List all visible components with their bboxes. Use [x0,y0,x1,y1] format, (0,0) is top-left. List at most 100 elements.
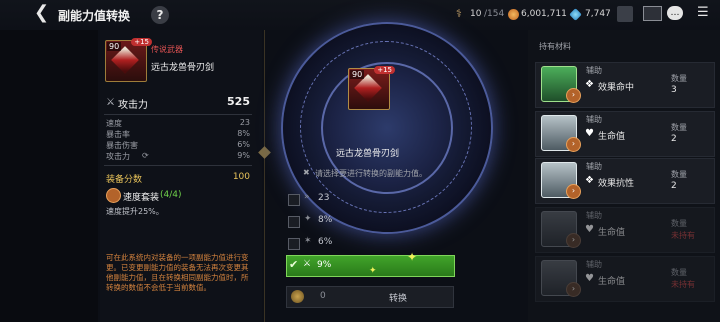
option-row[interactable]: ✦ 8% [286,212,452,232]
material-name: 生命值 [598,277,626,287]
convert-cost: 0 [320,291,326,301]
divider [104,114,252,115]
qty-value: 2 [671,181,677,191]
stat-value: 23 [239,118,250,127]
material-item[interactable]: › 辅助 ♥ 生命值 数量 未持有 [535,256,715,302]
material-item[interactable]: › 辅助 ❖ 效果命中 数量 3 [535,62,715,108]
weapon-thumbnail[interactable]: 90 +15 [105,38,152,82]
material-item[interactable]: › 辅助 ❖ 效果抗性 数量 2 [535,158,715,204]
stat-value: 8% [237,129,250,138]
option-checkbox[interactable] [288,194,300,206]
option-value: 6% [318,237,333,247]
weapon-enhance: +15 [131,38,152,46]
menu-icon[interactable]: ☰ [697,6,711,20]
weapon-grade: 传说武器 [151,45,183,54]
panel-divider [264,30,265,322]
material-name: 生命值 [598,228,626,238]
option-stat-icon: ✦ [304,214,312,224]
stamina-max: /154 [484,9,505,19]
score-value: 100 [232,172,250,182]
material-badge-icon: › [566,88,581,103]
heart-icon: ♥ [585,273,594,284]
heart-icon: ♥ [585,128,594,139]
qty-value: 2 [671,134,677,144]
chat-icon[interactable]: … [667,6,683,20]
material-type: 辅助 [586,162,602,171]
resist-icon: ❖ [585,175,594,186]
option-value: 23 [318,193,330,203]
notice-text: 可在此系统内对装备的一项副能力值进行变更。已变更副能力值的装备无法再次变更其他副… [106,253,249,292]
attack-value: 525 [227,95,250,108]
refresh-icon: ⟳ [142,151,149,160]
materials-title: 持有材料 [539,42,571,51]
material-name: 效果命中 [598,83,635,93]
divider [104,165,252,166]
option-row[interactable]: » 23 [286,190,452,210]
back-arrow-icon[interactable]: ❮ [34,4,52,22]
sparkle-icon: ✦ [407,250,418,264]
instruction-text: 请选择要进行转换的副能力值。 [315,169,427,178]
set-desc: 速度提升25%。 [106,207,164,216]
material-name: 生命值 [598,132,626,142]
material-cost-icon [291,290,304,303]
checkmark-icon: ✔ [289,258,299,271]
convert-label: 转换 [389,294,408,304]
option-checkbox[interactable] [288,238,300,250]
qty-value: 3 [671,85,677,95]
stat-label: 暴击率 [106,130,130,139]
qty-label: 数量 [671,74,687,83]
left-margin [0,30,98,322]
attack-label: 攻击力 [118,100,148,111]
gem-value: 7,747 [585,9,611,19]
mail-icon[interactable] [643,6,662,21]
stamina-value: 10 [470,9,482,19]
qty-label: 数量 [671,219,687,228]
option-stat-icon: ⚔ [303,259,312,269]
material-badge-icon: › [566,282,581,297]
qty-value: 未持有 [671,231,695,240]
sparkle-icon: ✦ [369,266,377,276]
option-row-selected[interactable]: ✔ ⚔ 9% ✦ ✦ [286,250,455,277]
heart-icon: ♥ [585,224,594,235]
guild-icon[interactable] [617,6,633,22]
score-label: 装备分数 [106,175,143,185]
qty-label: 数量 [671,123,687,132]
weapon-name: 远古龙兽骨刃剑 [151,63,215,73]
set-badge-icon [106,188,121,203]
stamina-icon: ⚕ [456,7,462,20]
weapon-level: 90 [350,70,365,79]
stat-value: 6% [237,140,250,149]
effect-icon: ❖ [585,79,594,90]
material-badge-icon: › [566,137,581,152]
option-stat-icon: ✶ [304,236,312,246]
stat-label: 攻击力 [106,152,130,161]
stat-value: 9% [237,151,250,160]
option-stat-icon: » [304,192,310,202]
set-count: (4/4) [160,190,182,200]
gold-value: 6,001,711 [521,9,567,19]
option-value: 8% [318,215,333,225]
material-type: 辅助 [586,211,602,220]
material-item[interactable]: › 辅助 ♥ 生命值 数量 未持有 [535,207,715,253]
option-value: 9% [317,260,332,270]
material-item[interactable]: › 辅助 ♥ 生命值 数量 2 [535,111,715,157]
convert-button[interactable]: 0 转换 [286,286,454,308]
set-name: 速度套装 [123,193,160,203]
weapon-enhance: +15 [374,66,395,74]
info-icon: ✖ [303,168,310,177]
stat-label: 暴击伤害 [106,141,138,150]
qty-value: 未持有 [671,280,695,289]
attack-icon: ⚔ [106,97,115,108]
material-type: 辅助 [586,66,602,75]
material-name: 效果抗性 [598,179,635,189]
option-checkbox[interactable] [288,216,300,228]
gold-icon [508,9,519,20]
selected-weapon-thumbnail: 90 +15 [348,66,395,110]
stat-label: 速度 [106,119,122,128]
option-row[interactable]: ✶ 6% [286,234,452,254]
material-badge-icon: › [566,233,581,248]
help-button[interactable]: ? [151,6,169,24]
qty-label: 数量 [671,268,687,277]
weapon-level: 90 [107,42,122,51]
center-weapon-name: 远古龙兽骨刃剑 [336,149,400,159]
